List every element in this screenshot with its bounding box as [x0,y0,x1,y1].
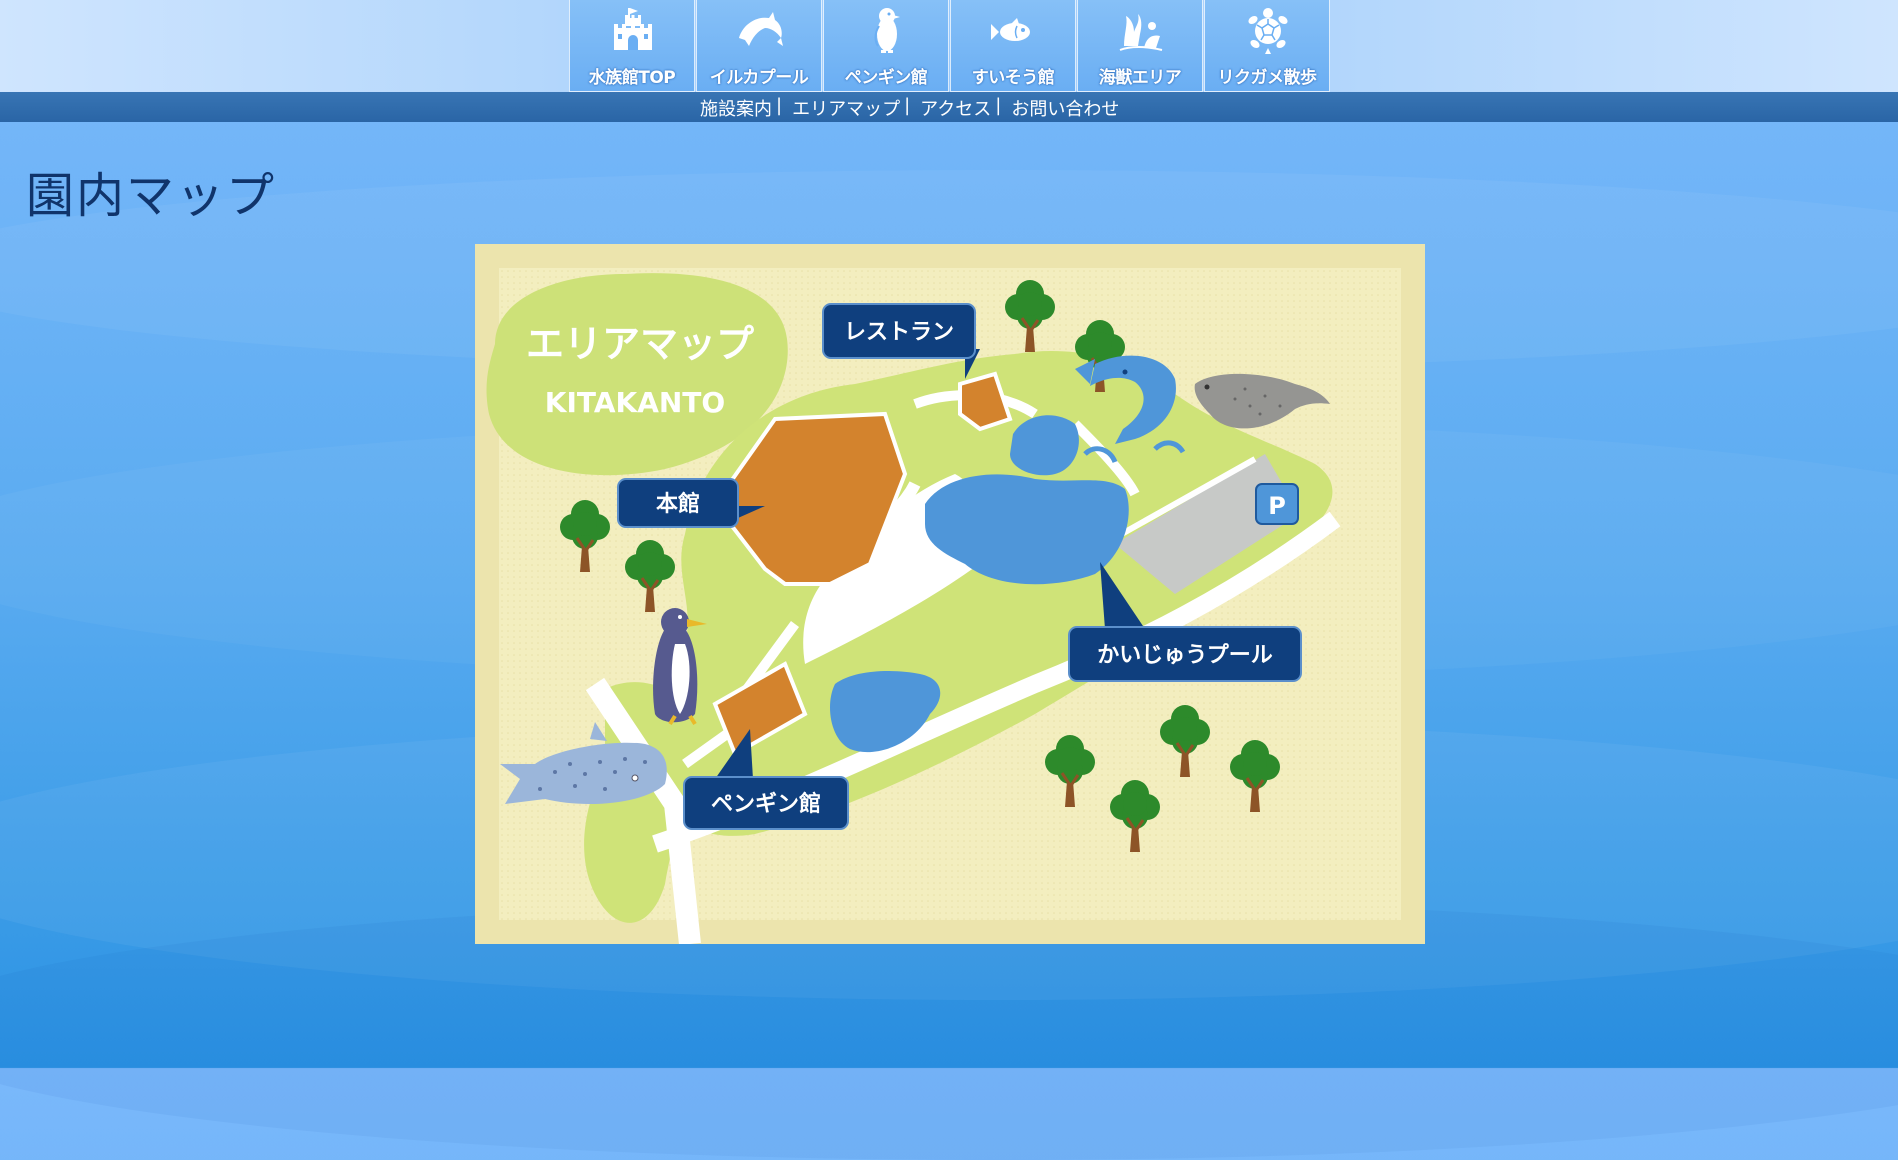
dolphin-icon [739,12,783,46]
map-subtitle: KITAKANTO [545,386,725,419]
svg-text:本館: 本館 [656,491,700,517]
nav-aquarium-top[interactable]: 水族館TOP [569,0,695,92]
sea-lion-icon [1119,14,1163,51]
nav-penguin-house[interactable]: ペンギン館 [823,0,949,92]
penguin-icon [874,8,900,53]
subnav-link-access[interactable]: アクセス [920,95,991,121]
nav-label: イルカプール [709,68,809,88]
sub-nav-bar: 施設案内 | エリアマップ | アクセス | お問い合わせ [0,92,1898,122]
nav-tortoise-walk[interactable]: リクガメ散歩 [1204,0,1330,92]
subnav-separator: | [904,95,911,116]
nav-tank-house[interactable]: すいそう館 [950,0,1076,92]
map-title: エリアマップ [526,322,754,366]
nav-label: 海獣エリア [1098,68,1182,88]
nav-label: リクガメ散歩 [1217,68,1318,88]
nav-label: 水族館TOP [588,68,676,88]
nav-marine-mammal-area[interactable]: 海獣エリア [1077,0,1203,92]
svg-text:ペンギン館: ペンギン館 [711,791,821,817]
nav-dolphin-pool[interactable]: イルカプール [696,0,822,92]
nav-label: すいそう館 [971,68,1055,88]
page-title: 園内マップ [26,168,277,224]
subnav-link-contact[interactable]: お問い合わせ [1011,95,1119,121]
subnav-link-facilities[interactable]: 施設案内 [700,95,772,121]
sub-nav: 施設案内 | エリアマップ | アクセス | お問い合わせ [700,95,1119,121]
subnav-link-area-map[interactable]: エリアマップ [792,95,900,121]
main-nav: 水族館TOP イルカプール ペンギン館 すいそう館 海獣エリア リクガメ散歩 [569,0,1331,92]
nav-label: ペンギン館 [844,68,928,88]
area-map: エリアマップ KITAKANTO P レストラン 本館 かいじゅうプール ペンギ… [475,244,1425,944]
svg-text:レストラン: レストラン [844,320,954,345]
subnav-separator: | [995,95,1002,116]
subnav-separator: | [776,95,783,116]
turtle-icon [1248,8,1288,54]
castle-icon [614,8,652,50]
parking-label: P [1268,492,1286,520]
svg-text:かいじゅうプール: かいじゅうプール [1097,643,1273,668]
fish-icon [991,18,1030,41]
header-bar: 水族館TOP イルカプール ペンギン館 すいそう館 海獣エリア リクガメ散歩 [0,0,1898,92]
